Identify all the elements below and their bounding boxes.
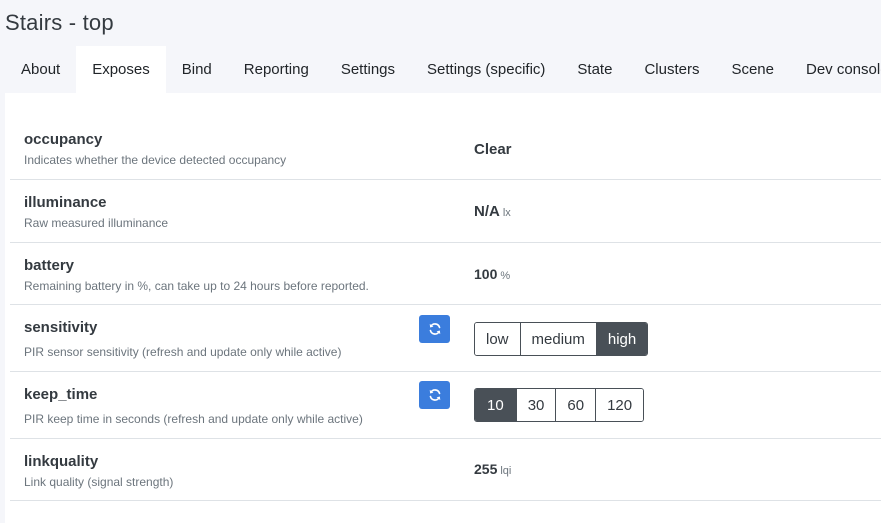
expose-row-occupancy: occupancy Indicates whether the device d… (10, 117, 881, 180)
sensitivity-option-high[interactable]: high (595, 323, 648, 355)
keep-time-refresh-button[interactable] (419, 381, 450, 409)
tab-bind[interactable]: Bind (166, 46, 228, 93)
tab-reporting[interactable]: Reporting (228, 46, 325, 93)
expose-row-linkquality: linkquality Link quality (signal strengt… (10, 439, 881, 501)
sensitivity-option-low[interactable]: low (475, 323, 520, 355)
expose-description: Indicates whether the device detected oc… (24, 153, 287, 167)
tab-settings-specific[interactable]: Settings (specific) (411, 46, 561, 93)
illuminance-unit: lx (502, 207, 511, 219)
expose-name: linkquality (24, 453, 99, 470)
linkquality-unit: lqi (500, 465, 512, 477)
keep-time-option-10[interactable]: 10 (475, 389, 516, 421)
battery-unit: % (500, 270, 511, 282)
refresh-icon (429, 389, 440, 401)
keep-time-options: 10 30 60 120 (474, 388, 645, 422)
battery-value: 100 (474, 266, 498, 282)
tab-state[interactable]: State (561, 46, 628, 93)
expose-description: Link quality (signal strength) (24, 475, 174, 489)
expose-name: illuminance (24, 194, 107, 211)
expose-description: PIR sensor sensitivity (refresh and upda… (24, 345, 342, 359)
tab-dev-console[interactable]: Dev console (790, 46, 881, 93)
expose-value: Clear (474, 141, 512, 158)
sensitivity-options: low medium high (474, 322, 649, 356)
page-title: Stairs - top (5, 10, 114, 35)
sensitivity-refresh-button[interactable] (419, 315, 450, 343)
exposes-panel: occupancy Indicates whether the device d… (5, 93, 881, 523)
sensitivity-option-medium[interactable]: medium (519, 323, 596, 355)
expose-name: occupancy (24, 131, 103, 148)
keep-time-option-120[interactable]: 120 (595, 389, 644, 421)
exposes-list: occupancy Indicates whether the device d… (10, 117, 881, 501)
expose-row-illuminance: illuminance Raw measured illuminance N/A… (10, 180, 881, 243)
illuminance-value: N/A (474, 203, 500, 220)
tab-about[interactable]: About (5, 46, 76, 93)
tab-clusters[interactable]: Clusters (628, 46, 715, 93)
keep-time-option-30[interactable]: 30 (515, 389, 556, 421)
expose-value: 255 lqi (474, 461, 511, 477)
expose-row-sensitivity: sensitivity PIR sensor sensitivity (refr… (10, 305, 881, 372)
tab-scene[interactable]: Scene (715, 46, 790, 93)
expose-row-battery: battery Remaining battery in %, can take… (10, 243, 881, 305)
expose-description: Raw measured illuminance (24, 216, 169, 230)
expose-name: battery (24, 257, 75, 274)
expose-value: N/A lx (474, 203, 511, 220)
expose-description: PIR keep time in seconds (refresh and up… (24, 412, 363, 426)
tab-settings[interactable]: Settings (325, 46, 411, 93)
occupancy-value: Clear (474, 141, 512, 158)
keep-time-option-60[interactable]: 60 (555, 389, 596, 421)
linkquality-value: 255 (474, 461, 498, 477)
tab-exposes[interactable]: Exposes (76, 46, 166, 93)
expose-name: sensitivity (24, 319, 98, 336)
expose-name: keep_time (24, 386, 98, 403)
refresh-icon (429, 323, 440, 335)
expose-value: 100% (474, 266, 510, 282)
tab-bar: About Exposes Bind Reporting Settings Se… (5, 46, 881, 93)
expose-description: Remaining battery in %, can take up to 2… (24, 279, 369, 293)
expose-row-keep-time: keep_time PIR keep time in seconds (refr… (10, 372, 881, 439)
